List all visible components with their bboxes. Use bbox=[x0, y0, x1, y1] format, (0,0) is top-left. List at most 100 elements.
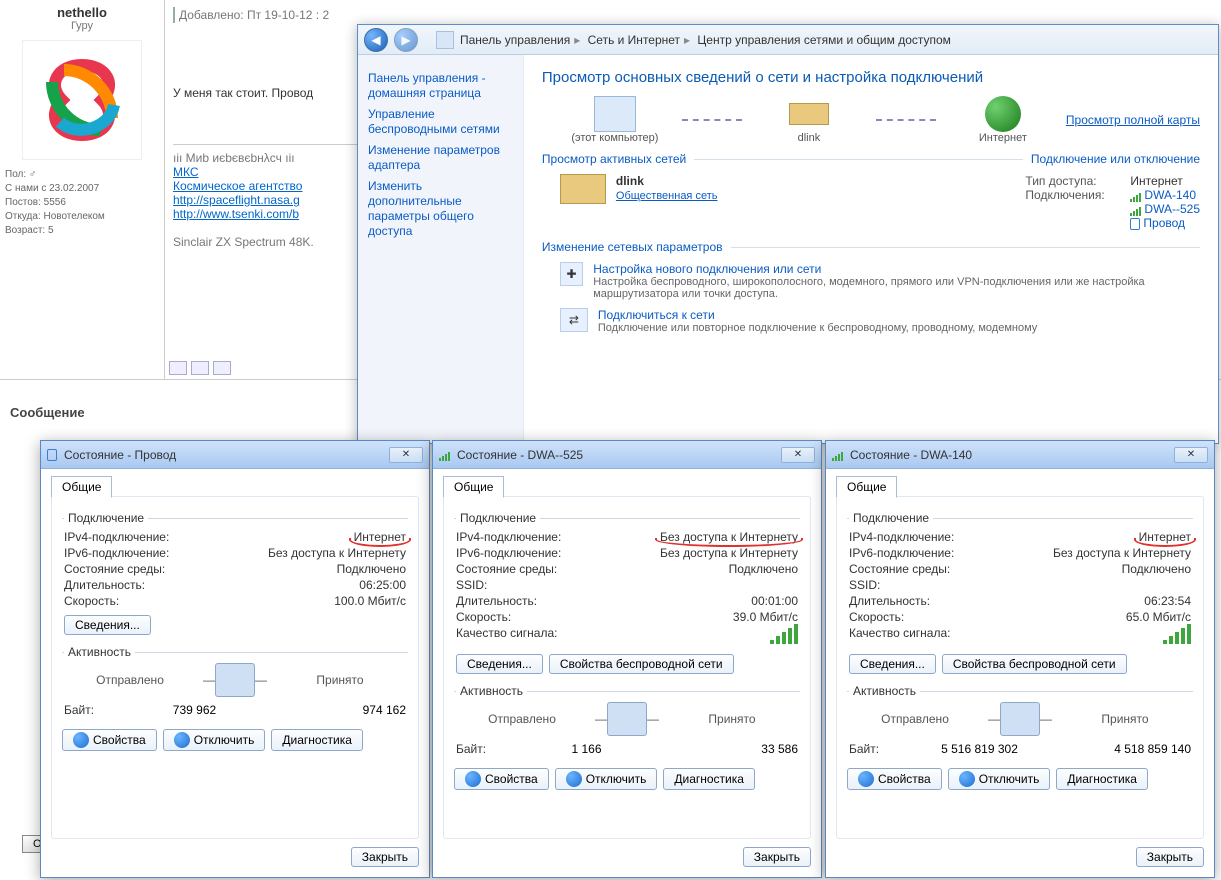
network-map: (этот компьютер) dlink Интернет Просмотр… bbox=[560, 96, 1200, 144]
pm-icon[interactable] bbox=[191, 361, 209, 375]
email-icon[interactable] bbox=[213, 361, 231, 375]
control-panel-icon bbox=[436, 31, 454, 49]
bytes-recv: 4 518 859 140 bbox=[1050, 742, 1191, 756]
nav-forward-button[interactable]: ▶ bbox=[394, 28, 418, 52]
ipv4-value: Интернет bbox=[1139, 530, 1191, 544]
details-button[interactable]: Сведения... bbox=[64, 615, 151, 635]
message-heading: Сообщение bbox=[10, 405, 85, 420]
plug-icon bbox=[1130, 218, 1140, 230]
author-rank: Гуру bbox=[5, 20, 159, 32]
conn-link-dwa140[interactable]: DWA-140 bbox=[1144, 188, 1196, 202]
sidebar-link-wlan[interactable]: Управление беспроводными сетями bbox=[368, 107, 513, 137]
activity-computer-icon bbox=[607, 702, 647, 736]
titlebar[interactable]: Состояние - DWA--525 ✕ bbox=[433, 441, 821, 469]
shield-icon bbox=[858, 771, 874, 787]
sig-link-agency[interactable]: Космическое агентство bbox=[173, 179, 302, 193]
post-icon bbox=[173, 7, 175, 23]
new-conn-icon: ✚ bbox=[560, 262, 583, 286]
network-type-link[interactable]: Общественная сеть bbox=[616, 190, 718, 202]
author-meta: Пол: ♂ С нами с 23.02.2007 Постов: 5556 … bbox=[5, 168, 159, 238]
navbar: ◀ ▶ Панель управления▸ Сеть и Интернет▸ … bbox=[358, 25, 1218, 55]
shield-icon bbox=[174, 732, 190, 748]
bytes-sent: 1 166 bbox=[516, 742, 657, 756]
properties-button[interactable]: Свойства bbox=[847, 768, 942, 790]
sidebar-link-sharing[interactable]: Изменить дополнительные параметры общего… bbox=[368, 179, 513, 239]
activity-computer-icon bbox=[1000, 702, 1040, 736]
router-icon bbox=[789, 103, 829, 125]
page-title: Просмотр основных сведений о сети и наст… bbox=[542, 69, 1200, 86]
bytes-recv: 974 162 bbox=[265, 703, 406, 717]
computer-icon bbox=[594, 96, 636, 132]
properties-button[interactable]: Свойства bbox=[62, 729, 157, 751]
bytes-sent: 5 516 819 302 bbox=[909, 742, 1050, 756]
sig-link-tsenki[interactable]: http://www.tsenki.com/b bbox=[173, 207, 299, 221]
close-icon[interactable]: ✕ bbox=[1174, 447, 1208, 463]
sidebar-link-home[interactable]: Панель управления - домашняя страница bbox=[368, 71, 513, 101]
breadcrumb[interactable]: Панель управления▸ Сеть и Интернет▸ Цент… bbox=[460, 33, 951, 47]
sig-link-mks[interactable]: МКС bbox=[173, 165, 199, 179]
bench-icon bbox=[560, 174, 606, 204]
full-map-link[interactable]: Просмотр полной карты bbox=[1066, 113, 1200, 127]
post-action-icons bbox=[169, 361, 231, 375]
connect-net-icon: ⇄ bbox=[560, 308, 588, 332]
sent-label: Отправлено bbox=[64, 673, 196, 687]
bytes-recv: 33 586 bbox=[657, 742, 798, 756]
disable-button[interactable]: Отключить bbox=[948, 768, 1051, 790]
close-button[interactable]: Закрыть bbox=[351, 847, 419, 867]
details-button[interactable]: Сведения... bbox=[849, 654, 936, 674]
titlebar[interactable]: Состояние - Провод ✕ bbox=[41, 441, 429, 469]
author-name: nethello bbox=[5, 5, 159, 20]
connect-disconnect-link[interactable]: Подключение или отключение bbox=[1031, 152, 1200, 166]
opt-connect-network[interactable]: ⇄ Подключиться к сетиПодключение или пов… bbox=[560, 308, 1200, 334]
change-params-label: Изменение сетевых параметров bbox=[542, 240, 723, 254]
details-button[interactable]: Сведения... bbox=[456, 654, 543, 674]
diagnose-button[interactable]: Диагностика bbox=[1056, 768, 1148, 790]
signal-icon bbox=[770, 626, 798, 644]
properties-button[interactable]: Свойства bbox=[454, 768, 549, 790]
signal-icon bbox=[1163, 626, 1191, 644]
titlebar[interactable]: Состояние - DWA-140 ✕ bbox=[826, 441, 1214, 469]
diagnose-button[interactable]: Диагностика bbox=[663, 768, 755, 790]
status-window-dwa140: Состояние - DWA-140 ✕ Общие Подключение … bbox=[825, 440, 1215, 878]
tab-general[interactable]: Общие bbox=[51, 476, 112, 498]
diagnose-button[interactable]: Диагностика bbox=[271, 729, 363, 751]
close-icon[interactable]: ✕ bbox=[389, 447, 423, 463]
globe-icon bbox=[985, 96, 1021, 132]
status-window-dwa525: Состояние - DWA--525 ✕ Общие Подключение… bbox=[432, 440, 822, 878]
recv-label: Принято bbox=[274, 673, 406, 687]
wire-icon bbox=[47, 449, 57, 461]
main-pane: Просмотр основных сведений о сети и наст… bbox=[524, 55, 1218, 443]
wifi-icon bbox=[832, 449, 843, 461]
shield-icon bbox=[959, 771, 975, 787]
profile-icon[interactable] bbox=[169, 361, 187, 375]
nav-back-button[interactable]: ◀ bbox=[364, 28, 388, 52]
forum-author-cell: nethello Гуру Пол: ♂ С нами с 23.02.2007… bbox=[0, 0, 165, 380]
opt-new-connection[interactable]: ✚ Настройка нового подключения или сетиН… bbox=[560, 262, 1200, 300]
activity-computer-icon bbox=[215, 663, 255, 697]
ipv4-value: Без доступа к Интернету bbox=[660, 530, 798, 544]
sig-link-nasa[interactable]: http://spaceflight.nasa.g bbox=[173, 193, 300, 207]
close-icon[interactable]: ✕ bbox=[781, 447, 815, 463]
bytes-sent: 739 962 bbox=[124, 703, 265, 717]
disable-button[interactable]: Отключить bbox=[163, 729, 266, 751]
wireless-props-button[interactable]: Свойства беспроводной сети bbox=[549, 654, 734, 674]
tab-general[interactable]: Общие bbox=[836, 476, 897, 498]
wireless-props-button[interactable]: Свойства беспроводной сети bbox=[942, 654, 1127, 674]
tab-general[interactable]: Общие bbox=[443, 476, 504, 498]
network-center-window: ◀ ▶ Панель управления▸ Сеть и Интернет▸ … bbox=[357, 24, 1219, 444]
post-date: Добавлено: Пт 19-10-12 : 2 bbox=[179, 8, 329, 22]
close-button[interactable]: Закрыть bbox=[1136, 847, 1204, 867]
sidebar: Панель управления - домашняя страница Уп… bbox=[358, 55, 524, 443]
wifi-icon bbox=[439, 449, 450, 461]
access-type-value: Интернет bbox=[1130, 174, 1182, 188]
shield-icon bbox=[73, 732, 89, 748]
conn-link-wire[interactable]: Провод bbox=[1143, 216, 1185, 230]
conn-link-dwa525[interactable]: DWA--525 bbox=[1144, 202, 1200, 216]
disable-button[interactable]: Отключить bbox=[555, 768, 658, 790]
close-button[interactable]: Закрыть bbox=[743, 847, 811, 867]
active-networks-label: Просмотр активных сетей bbox=[542, 152, 686, 166]
sidebar-link-adapter[interactable]: Изменение параметров адаптера bbox=[368, 143, 513, 173]
network-name: dlink bbox=[616, 174, 718, 188]
avatar bbox=[22, 40, 142, 160]
shield-icon bbox=[465, 771, 481, 787]
